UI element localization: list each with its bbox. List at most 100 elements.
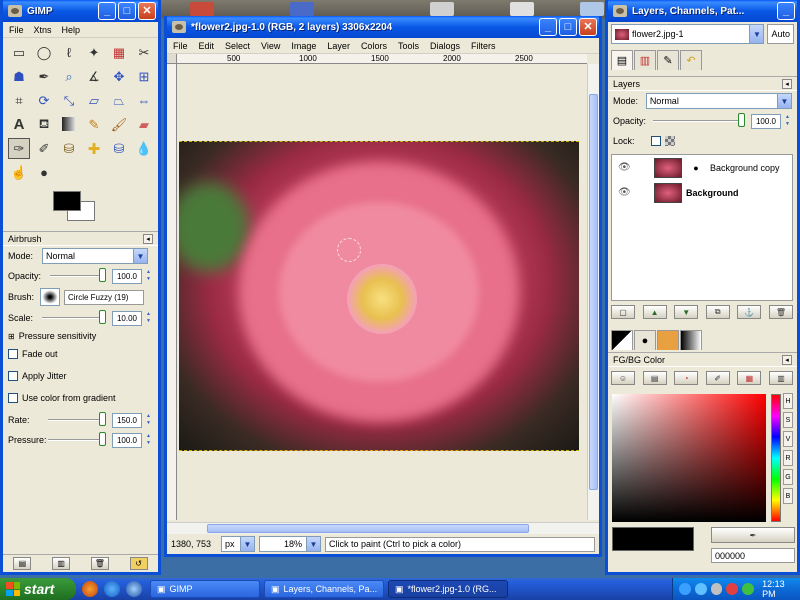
close-button[interactable]: ✕ [579, 18, 597, 36]
menu-help[interactable]: Help [62, 25, 81, 35]
apply-jitter-row[interactable]: Apply Jitter [3, 366, 158, 386]
taskbar-item-gimp[interactable]: ▣ GIMP [150, 580, 260, 598]
taskbar-item-image[interactable]: ▣ *flower2.jpg-1.0 (RG... [388, 580, 508, 598]
menu-tools[interactable]: Tools [398, 41, 419, 51]
maximize-button[interactable]: □ [559, 18, 577, 36]
delete-layer-icon[interactable]: 🗑 [768, 305, 793, 319]
slider-handle[interactable] [99, 310, 106, 324]
image-canvas[interactable] [177, 64, 587, 520]
brushes-tab-icon[interactable]: ● [634, 330, 656, 350]
layer-row[interactable]: 👁 ● Background copy [612, 155, 792, 180]
ruler-corner[interactable] [167, 54, 177, 64]
undo-tab-icon[interactable]: ↶ [680, 50, 702, 70]
layer-opacity-value[interactable]: 100.0 [751, 113, 781, 129]
new-layer-icon[interactable]: ▢ [611, 305, 635, 319]
desktop-icon[interactable] [430, 2, 454, 16]
move-icon[interactable]: ✥ [108, 66, 130, 87]
menu-layer[interactable]: Layer [327, 41, 350, 51]
spin-arrows-icon[interactable]: ▲ ▼ [785, 114, 792, 129]
channel-b-button[interactable]: B [783, 488, 793, 504]
desktop-icon[interactable] [580, 2, 604, 16]
hue-strip[interactable] [771, 394, 781, 522]
rect-select-icon[interactable]: ▭ [8, 42, 30, 63]
scroll-thumb[interactable] [207, 524, 529, 533]
crop-icon[interactable]: ⌗ [8, 90, 30, 111]
raise-layer-icon[interactable]: ▲ [642, 305, 667, 319]
menu-select[interactable]: Select [225, 41, 250, 51]
maximize-button[interactable]: □ [118, 2, 136, 20]
menu-file[interactable]: File [9, 25, 24, 35]
flower-photo[interactable] [179, 141, 579, 451]
anchor-layer-icon[interactable]: ⚓ [737, 305, 762, 319]
ink-icon[interactable]: ✐ [33, 138, 55, 159]
fgbg-tab-icon[interactable] [611, 330, 633, 350]
spin-arrows-icon[interactable]: ▲ ▼ [146, 433, 153, 448]
restore-options-icon[interactable]: ▥ [52, 557, 71, 570]
chevron-down-icon[interactable]: ▼ [749, 25, 764, 43]
zoom-select[interactable]: 18% ▼ [259, 536, 321, 552]
menu-edit[interactable]: Edit [199, 41, 215, 51]
desktop-icon[interactable] [190, 2, 214, 16]
brush-preview[interactable] [40, 288, 60, 306]
color-picker-icon[interactable]: ✒ [33, 66, 55, 87]
tab-menu-icon[interactable]: ◂ [782, 78, 792, 89]
spin-arrows-icon[interactable]: ▲ ▼ [146, 311, 153, 326]
flip-icon[interactable]: ⇔ [133, 90, 155, 111]
minimize-button[interactable]: _ [98, 2, 116, 20]
layers-titlebar[interactable]: Layers, Channels, Pat... _ [608, 0, 797, 22]
clone-icon[interactable]: ⛁ [58, 138, 80, 159]
heal-icon[interactable]: ✚ [83, 138, 105, 159]
paths-tab-icon[interactable]: ✎ [657, 50, 679, 70]
spin-arrows-icon[interactable]: ▲ ▼ [146, 413, 153, 428]
desktop-icon[interactable] [290, 2, 314, 16]
gradients-tab-icon[interactable] [680, 330, 702, 350]
firefox-icon[interactable] [82, 581, 98, 597]
channel-g-button[interactable]: G [783, 469, 793, 485]
volume-tray-icon[interactable] [710, 583, 723, 595]
chevron-down-icon[interactable]: ▼ [133, 249, 147, 263]
bucket-fill-icon[interactable]: ⛾ [33, 114, 55, 135]
pressure-sensitivity-row[interactable]: ⊞ Pressure sensitivity [3, 328, 158, 344]
visibility-eye-icon[interactable]: 👁 [618, 162, 632, 173]
layers-tab-icon[interactable]: ▤ [611, 50, 633, 70]
auto-button[interactable]: Auto [767, 24, 794, 44]
slider-handle[interactable] [738, 113, 745, 127]
shear-icon[interactable]: ▱ [83, 90, 105, 111]
menu-filters[interactable]: Filters [471, 41, 496, 51]
delete-options-icon[interactable]: 🗑 [90, 557, 109, 570]
lock-alpha-checkbox[interactable] [651, 136, 661, 146]
wheel-selector-icon[interactable]: ▦ [737, 371, 762, 385]
saturation-value-picker[interactable] [612, 394, 766, 522]
layer-mode-select[interactable]: Normal ▼ [645, 93, 792, 109]
taskbar-item-layers[interactable]: ▣ Layers, Channels, Pa... [264, 580, 384, 598]
dodge-burn-icon[interactable]: ● [33, 162, 55, 183]
use-gradient-row[interactable]: Use color from gradient [3, 388, 158, 408]
rotate-icon[interactable]: ⟳ [33, 90, 55, 111]
scales-selector-icon[interactable]: ▥ [768, 371, 793, 385]
reset-options-icon[interactable]: ↺ [129, 557, 148, 570]
vertical-scrollbar[interactable] [587, 64, 599, 520]
mode-select[interactable]: Normal ▼ [42, 248, 148, 264]
cmyk-selector-icon[interactable]: ▤ [642, 371, 667, 385]
lasso-icon[interactable]: ℓ [58, 42, 80, 63]
ellipse-select-icon[interactable]: ◯ [33, 42, 55, 63]
channel-s-button[interactable]: S [783, 412, 793, 428]
by-color-select-icon[interactable]: ▦ [108, 42, 130, 63]
lower-layer-icon[interactable]: ▼ [674, 305, 699, 319]
slider-handle[interactable] [99, 268, 106, 282]
text-icon[interactable]: A [8, 114, 30, 135]
channel-r-button[interactable]: R [783, 450, 793, 466]
ie-icon[interactable] [104, 581, 120, 597]
update-tray-icon[interactable] [742, 583, 755, 595]
channel-v-button[interactable]: V [783, 431, 793, 447]
align-icon[interactable]: ⊞ [133, 66, 155, 87]
layer-opacity-slider[interactable] [653, 113, 745, 127]
expander-icon[interactable]: ⊞ [8, 332, 15, 341]
fade-out-checkbox[interactable] [8, 349, 18, 359]
blend-icon[interactable] [62, 117, 76, 131]
channels-tab-icon[interactable]: ▥ [634, 50, 656, 70]
foreground-color-swatch[interactable] [53, 191, 81, 211]
chevron-down-icon[interactable]: ▼ [777, 94, 791, 108]
image-select[interactable]: flower2.jpg-1 ▼ [611, 24, 765, 44]
opacity-value[interactable]: 100.0 [112, 268, 142, 284]
